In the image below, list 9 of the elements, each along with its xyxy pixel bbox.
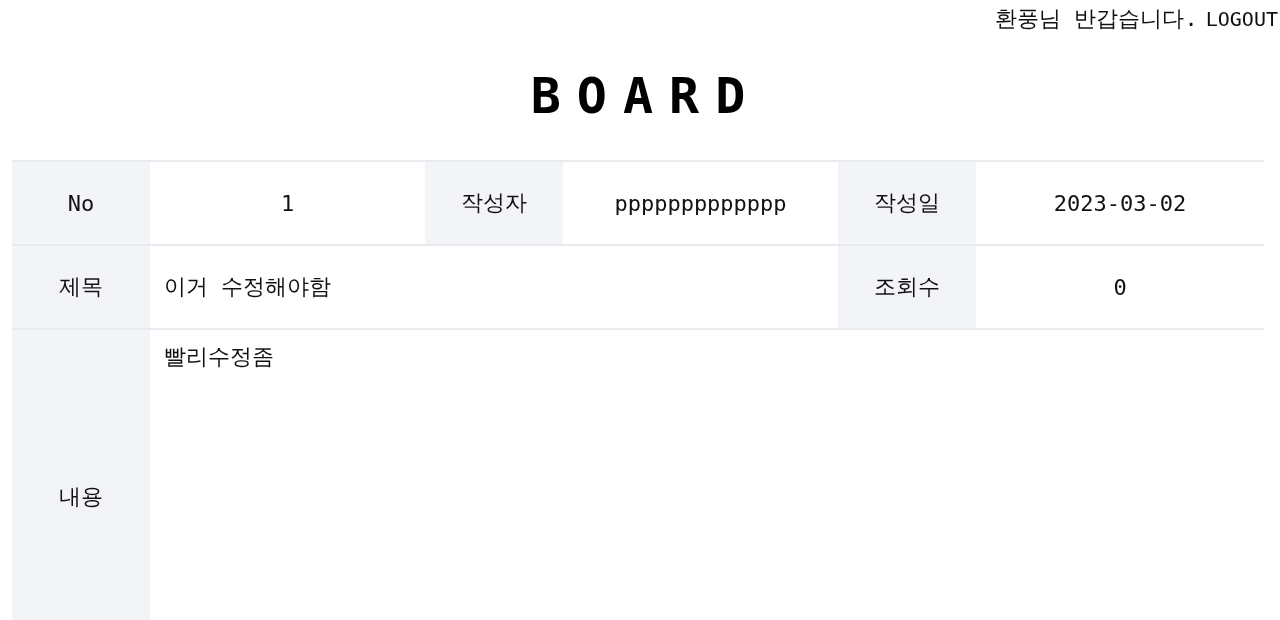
field-label: 내용 [12, 330, 150, 620]
field-label: 작성자 [425, 162, 563, 244]
logout-link[interactable]: LOGOUT [1205, 7, 1278, 32]
field-label: 제목 [12, 246, 150, 328]
greeting-text: 환풍님 반갑습니다. [995, 5, 1198, 34]
field-label: No [12, 162, 150, 244]
field-label: 조회수 [838, 246, 976, 328]
field-label: 작성일 [838, 162, 976, 244]
board-title: BOARD [530, 68, 762, 123]
